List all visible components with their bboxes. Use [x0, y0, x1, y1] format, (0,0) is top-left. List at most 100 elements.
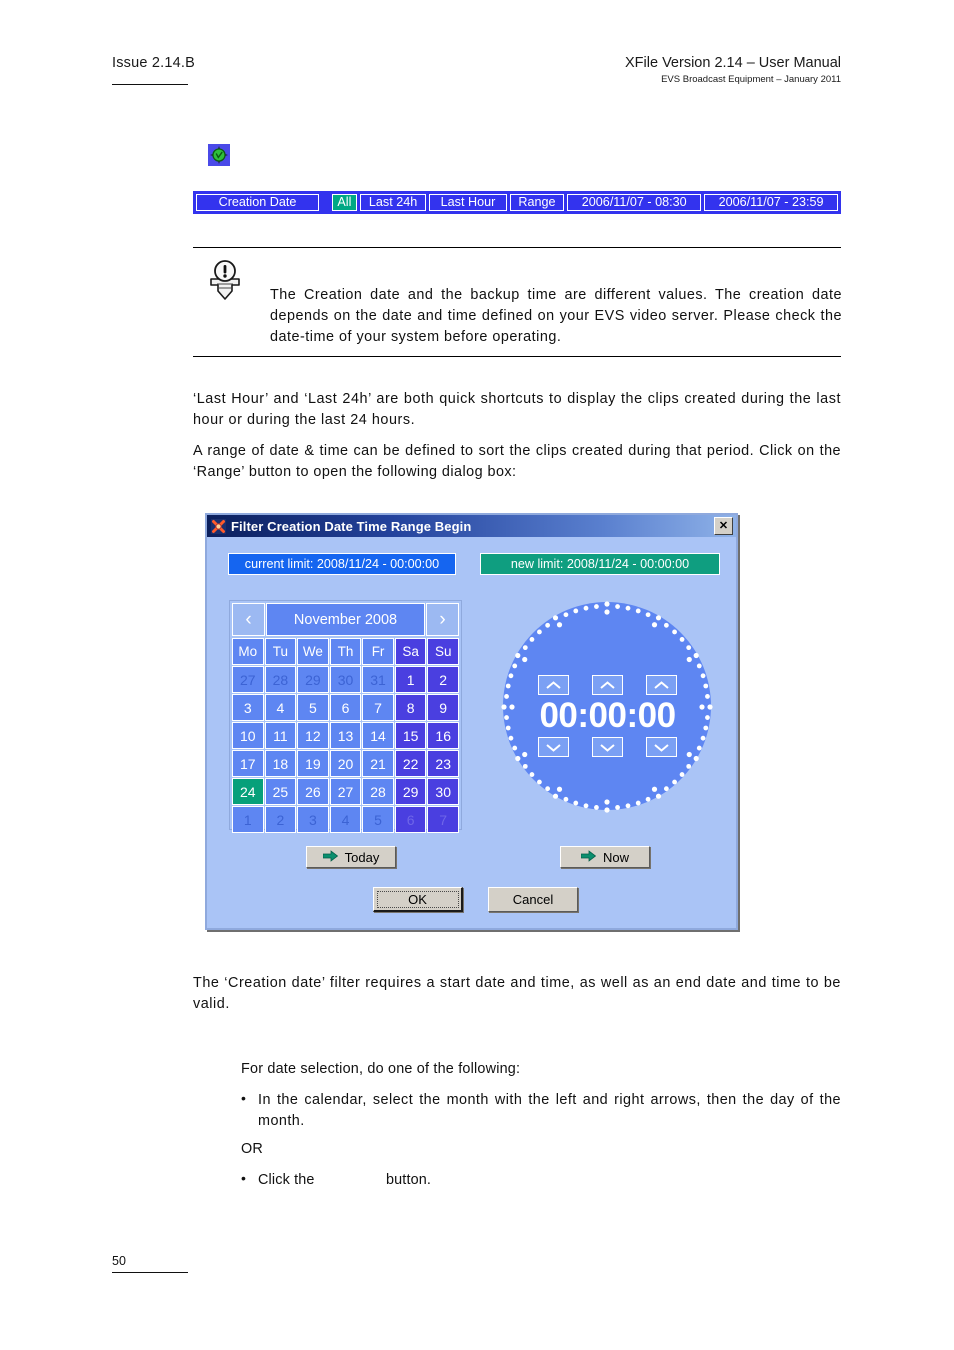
cancel-button-label: Cancel [512, 892, 554, 907]
chevron-left-icon[interactable]: ‹ [232, 603, 265, 636]
dialog-title: Filter Creation Date Time Range Begin [231, 518, 472, 534]
calendar-day[interactable]: 1 [394, 666, 427, 693]
calendar-day[interactable]: 29 [297, 666, 329, 693]
creation-date-filter-bar: Creation Date All Last 24h Last Hour Ran… [193, 191, 841, 214]
green-gem-icon [208, 144, 230, 166]
calendar-day[interactable]: 4 [264, 694, 297, 721]
calendar-day[interactable]: 3 [297, 806, 329, 833]
filter-button-last-24h[interactable]: Last 24h [359, 194, 427, 211]
ok-button[interactable]: OK [373, 887, 463, 912]
calendar-day[interactable]: 4 [329, 806, 362, 833]
calendar-day[interactable]: 10 [232, 722, 264, 749]
calendar-day[interactable]: 21 [362, 750, 394, 777]
bullet-dot: • [241, 1170, 246, 1186]
seconds-up-arrow-icon[interactable] [646, 675, 677, 695]
calendar-day[interactable]: 28 [362, 778, 394, 805]
calendar-day[interactable]: 27 [232, 666, 264, 693]
dialog-titlebar[interactable]: Filter Creation Date Time Range Begin ✕ [207, 515, 736, 537]
note-rule-top [193, 247, 841, 248]
close-icon[interactable]: ✕ [714, 517, 733, 535]
minutes-up-arrow-icon[interactable] [592, 675, 623, 695]
filter-range-end-value[interactable]: 2006/11/07 - 23:59 [704, 194, 839, 211]
calendar-day[interactable]: 7 [362, 694, 394, 721]
calendar-day[interactable]: 15 [394, 722, 427, 749]
clock-spinners: 00:00:00 [495, 675, 720, 757]
calendar-weekday-mo: Mo [232, 638, 264, 665]
calendar-day[interactable]: 12 [297, 722, 329, 749]
header-left-rule [112, 84, 188, 85]
clock-down-row [495, 737, 720, 757]
calendar-day[interactable]: 2 [427, 666, 459, 693]
calendar-day[interactable]: 8 [394, 694, 427, 721]
calendar-day[interactable]: 7 [427, 806, 459, 833]
note-callout: The Creation date and the backup time ar… [193, 247, 842, 357]
note-rule-bottom [193, 356, 841, 357]
calendar-day[interactable]: 28 [264, 666, 297, 693]
page-header: Issue 2.14.B XFile Version 2.14 – User M… [0, 0, 954, 100]
calendar-weekday-tu: Tu [264, 638, 297, 665]
calendar-widget: ‹ November 2008 › Mo Tu We Th Fr Sa Su 27 28 29 30… [229, 600, 462, 833]
page-number: 50 [112, 1254, 126, 1268]
paragraph-filter-requirements: The ‘Creation date’ filter requires a st… [193, 975, 841, 1012]
app-x-icon [211, 518, 226, 534]
calendar-day[interactable]: 30 [329, 666, 362, 693]
minutes-down-arrow-icon[interactable] [592, 737, 623, 757]
today-button-label: Today [344, 849, 380, 865]
calendar-day[interactable]: 1 [232, 806, 264, 833]
clock-time-display: 00:00:00 [539, 696, 676, 735]
header-manual-title: XFile Version 2.14 – User Manual [625, 55, 841, 71]
calendar-day[interactable]: 31 [362, 666, 394, 693]
hours-up-arrow-icon[interactable] [538, 675, 569, 695]
calendar-day[interactable]: 18 [264, 750, 297, 777]
calendar-day[interactable]: 6 [394, 806, 427, 833]
calendar-day[interactable]: 30 [427, 778, 459, 805]
calendar-day[interactable]: 19 [297, 750, 329, 777]
calendar-weekday-we: We [297, 638, 329, 665]
calendar-day[interactable]: 22 [394, 750, 427, 777]
calendar-day[interactable]: 29 [394, 778, 427, 805]
filter-button-all[interactable]: All [331, 194, 357, 211]
paragraph-range: A range of date & time can be defined to… [193, 443, 841, 480]
filter-button-range[interactable]: Range [509, 194, 565, 211]
calendar-day[interactable]: 16 [427, 722, 459, 749]
chevron-right-icon[interactable]: › [426, 603, 459, 636]
filter-button-last-hour[interactable]: Last Hour [429, 194, 507, 211]
now-button[interactable]: Now [560, 846, 650, 868]
calendar-month-label: November 2008 [266, 603, 425, 636]
calendar-day[interactable]: 11 [264, 722, 297, 749]
calendar-day[interactable]: 6 [329, 694, 362, 721]
filter-creation-date-dialog: Filter Creation Date Time Range Begin ✕ … [205, 513, 738, 930]
clock-widget: 00:00:00 [495, 597, 720, 832]
calendar-day[interactable]: 20 [329, 750, 362, 777]
green-arrow-icon [322, 849, 338, 865]
filter-range-start-value[interactable]: 2006/11/07 - 08:30 [567, 194, 702, 211]
filter-label-creation-date: Creation Date [196, 194, 319, 211]
ok-button-label: OK [376, 890, 459, 908]
seconds-down-arrow-icon[interactable] [646, 737, 677, 757]
calendar-day[interactable]: 27 [329, 778, 362, 805]
calendar-weekday-th: Th [329, 638, 362, 665]
calendar-day[interactable]: 14 [362, 722, 394, 749]
new-limit-chip: new limit: 2008/11/24 - 00:00:00 [480, 553, 720, 575]
calendar-day[interactable]: 13 [329, 722, 362, 749]
calendar-day[interactable]: 2 [264, 806, 297, 833]
note-text: The Creation date and the backup time ar… [270, 287, 842, 345]
calendar-weekday-sa: Sa [394, 638, 427, 665]
calendar-day[interactable]: 9 [427, 694, 459, 721]
header-issue: Issue 2.14.B [112, 55, 196, 71]
today-button[interactable]: Today [306, 846, 396, 868]
calendar-day[interactable]: 5 [297, 694, 329, 721]
clock-up-row [495, 675, 720, 695]
calendar-day[interactable]: 3 [232, 694, 264, 721]
calendar-day[interactable]: 26 [297, 778, 329, 805]
calendar-day[interactable]: 23 [427, 750, 459, 777]
calendar-day[interactable]: 5 [362, 806, 394, 833]
calendar-weekday-fr: Fr [362, 638, 394, 665]
cancel-button[interactable]: Cancel [488, 887, 578, 912]
calendar-day-selected[interactable]: 24 [232, 778, 264, 805]
calendar-day[interactable]: 25 [264, 778, 297, 805]
hours-down-arrow-icon[interactable] [538, 737, 569, 757]
bullet-click-button-after: button. [386, 1172, 432, 1188]
now-button-label: Now [602, 849, 629, 865]
calendar-day[interactable]: 17 [232, 750, 264, 777]
